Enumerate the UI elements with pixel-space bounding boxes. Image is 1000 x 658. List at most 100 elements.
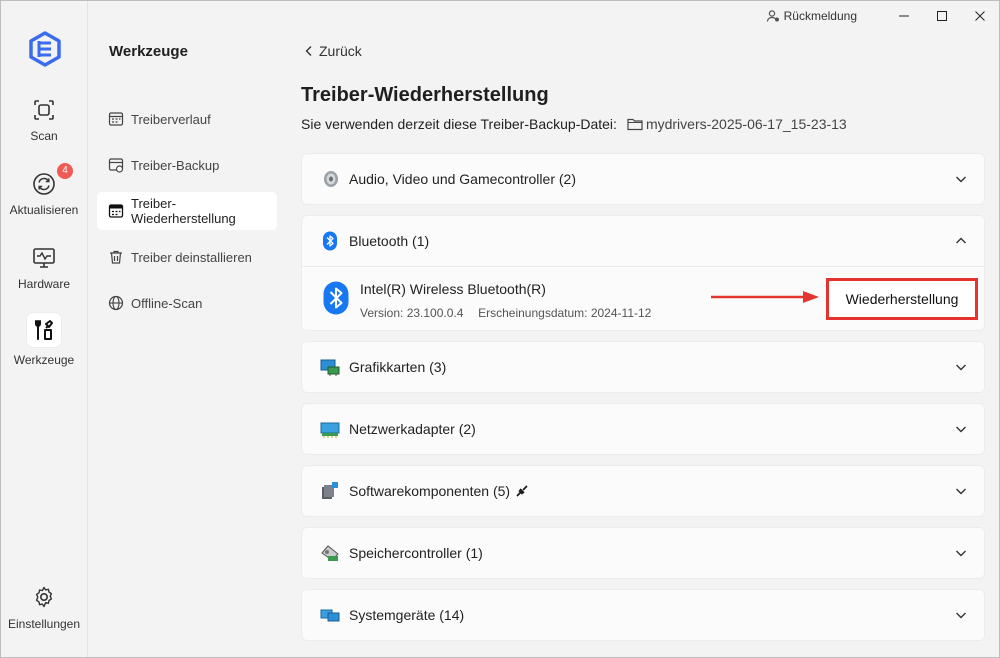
category-system-header[interactable]: Systemgeräte (14) <box>302 590 984 640</box>
subnav-item-offline-scan-label: Offline-Scan <box>131 295 203 311</box>
subnav-item-backup-label: Treiber-Backup <box>131 157 220 173</box>
rail-item-scan[interactable]: Scan <box>1 97 87 143</box>
restore-icon <box>108 204 124 218</box>
annotation-arrow-icon <box>711 291 819 303</box>
category-software-label: Softwarekomponenten (5) <box>349 483 511 499</box>
folder-icon <box>627 118 643 131</box>
category-software-header[interactable]: Softwarekomponenten (5) <box>302 466 984 516</box>
device-meta: Version: 23.100.0.4 Erscheinungsdatum: 2… <box>360 306 651 320</box>
device-version: Version: 23.100.0.4 <box>360 306 464 320</box>
bluetooth-icon <box>323 231 337 251</box>
category-graphics-header[interactable]: Grafikkarten (3) <box>302 342 984 392</box>
category-software[interactable]: Softwarekomponenten (5) <box>301 465 985 517</box>
app-logo-icon <box>29 31 61 67</box>
network-icon <box>320 422 340 438</box>
monitor-icon <box>320 359 340 376</box>
back-label: Zurück <box>319 43 362 59</box>
scan-icon <box>34 100 54 120</box>
category-audio[interactable]: Audio, Video und Gamecontroller (2) <box>301 153 985 205</box>
close-button[interactable] <box>961 1 999 31</box>
category-storage-header[interactable]: Speichercontroller (1) <box>302 528 984 578</box>
chevron-up-icon <box>956 237 966 244</box>
subnav-item-uninstall-label: Treiber deinstallieren <box>131 249 252 265</box>
plug-icon <box>516 485 528 497</box>
subnav-item-restore-label: Treiber-Wiederherstellung <box>131 196 236 226</box>
category-bluetooth[interactable]: Bluetooth (1) Intel(R) Wireless Bluetoot… <box>301 215 985 331</box>
rail-item-scan-label: Scan <box>30 129 58 143</box>
backup-icon <box>108 158 124 173</box>
backup-file-name: mydrivers-2025-06-17_15-23-13 <box>645 116 847 132</box>
history-icon <box>108 112 124 126</box>
gear-icon <box>35 586 53 608</box>
feedback-icon <box>766 10 779 22</box>
subnav-item-offline-scan[interactable]: Offline-Scan <box>97 284 277 322</box>
feedback-button[interactable]: Rückmeldung <box>766 9 857 23</box>
category-network[interactable]: Netzwerkadapter (2) <box>301 403 985 455</box>
minimize-button[interactable] <box>885 1 923 31</box>
rail-item-hardware[interactable]: Hardware <box>1 245 87 291</box>
main-rail: Scan 4 Aktualisieren Hardware Werkzeuge … <box>1 1 88 657</box>
category-graphics-label: Grafikkarten (3) <box>349 359 447 375</box>
category-network-label: Netzwerkadapter (2) <box>349 421 476 437</box>
device-release-date: Erscheinungsdatum: 2024-11-12 <box>478 306 652 320</box>
category-network-header[interactable]: Netzwerkadapter (2) <box>302 404 984 454</box>
category-bluetooth-header[interactable]: Bluetooth (1) <box>302 216 984 266</box>
tools-subnav: Werkzeuge Treiberverlauf Treiber-Backup <box>89 1 289 657</box>
speaker-icon <box>324 171 338 187</box>
subnav-title: Werkzeuge <box>109 43 188 60</box>
category-graphics[interactable]: Grafikkarten (3) <box>301 341 985 393</box>
rail-item-update-label: Aktualisieren <box>9 203 79 217</box>
chevron-down-icon <box>956 426 966 433</box>
update-count-badge: 4 <box>57 163 73 179</box>
category-storage[interactable]: Speichercontroller (1) <box>301 527 985 579</box>
chevron-down-icon <box>956 550 966 557</box>
backup-file[interactable]: mydrivers-2025-06-17_15-23-13 <box>627 116 847 132</box>
back-link[interactable]: Zurück <box>303 43 362 59</box>
rail-item-update[interactable]: 4 Aktualisieren <box>1 163 87 217</box>
category-system[interactable]: Systemgeräte (14) <box>301 589 985 641</box>
device-name: Intel(R) Wireless Bluetooth(R) <box>360 281 546 297</box>
storage-icon <box>321 545 339 561</box>
feedback-label: Rückmeldung <box>783 9 857 23</box>
category-system-label: Systemgeräte (14) <box>349 607 465 623</box>
chevron-down-icon <box>956 488 966 495</box>
category-bluetooth-label: Bluetooth (1) <box>349 233 430 249</box>
backup-prefix: Sie verwenden derzeit diese Treiber-Back… <box>301 116 617 132</box>
rail-item-settings[interactable]: Einstellungen <box>1 585 87 631</box>
minimize-icon <box>899 15 909 17</box>
refresh-icon <box>33 173 55 195</box>
settings-label: Einstellungen <box>7 617 81 631</box>
page-title: Treiber-Wiederherstellung <box>301 84 549 106</box>
subnav-item-history-label: Treiberverlauf <box>131 111 211 127</box>
trash-icon <box>110 250 122 264</box>
rail-item-hardware-label: Hardware <box>17 277 71 291</box>
category-storage-label: Speichercontroller (1) <box>349 545 483 561</box>
close-icon <box>975 11 985 21</box>
subnav-item-restore[interactable]: Treiber-Wiederherstellung <box>97 192 277 230</box>
backup-info: Sie verwenden derzeit diese Treiber-Back… <box>301 116 847 132</box>
system-icon <box>320 609 340 622</box>
app-window: Rückmeldung Scan 4 Aktualisieren Hardwar… <box>0 0 1000 658</box>
bluetooth-device-icon <box>323 281 349 315</box>
hardware-icon <box>33 248 55 268</box>
chevron-down-icon <box>956 612 966 619</box>
category-audio-header[interactable]: Audio, Video und Gamecontroller (2) <box>302 154 984 204</box>
maximize-button[interactable] <box>923 1 961 31</box>
subnav-item-backup[interactable]: Treiber-Backup <box>97 146 277 184</box>
device-row: Intel(R) Wireless Bluetooth(R) Version: … <box>302 267 984 329</box>
subnav-item-uninstall[interactable]: Treiber deinstallieren <box>97 238 277 276</box>
subnav-item-history[interactable]: Treiberverlauf <box>97 100 277 138</box>
category-audio-label: Audio, Video und Gamecontroller (2) <box>349 171 576 187</box>
chevron-down-icon <box>956 364 966 371</box>
globe-icon <box>108 295 124 311</box>
rail-item-tools-label: Werkzeuge <box>13 353 75 367</box>
tools-icon-wrap <box>27 313 61 347</box>
maximize-icon <box>937 11 947 21</box>
software-icon <box>322 482 338 499</box>
chevron-down-icon <box>956 176 966 183</box>
tools-icon <box>35 320 53 340</box>
restore-button[interactable]: Wiederherstellung <box>826 278 978 320</box>
chevron-left-icon <box>305 46 312 56</box>
rail-item-tools[interactable]: Werkzeuge <box>1 313 87 367</box>
titlebar-controls: Rückmeldung <box>766 1 999 31</box>
